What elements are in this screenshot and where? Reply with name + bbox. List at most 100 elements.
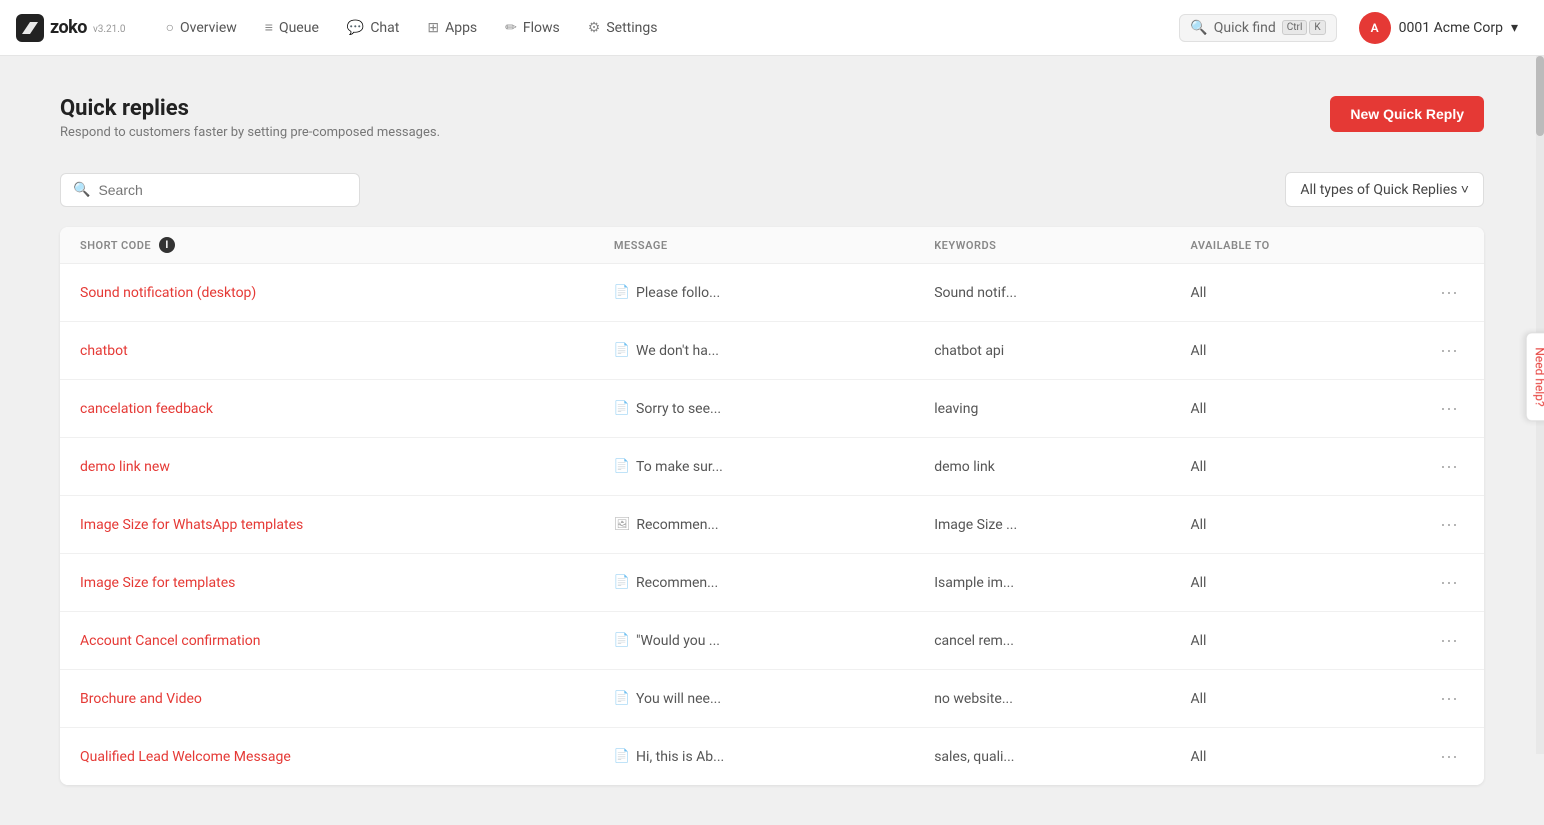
document-icon: 📄 <box>614 459 630 474</box>
more-menu-button-3[interactable]: ··· <box>1434 452 1464 481</box>
more-menu-button-5[interactable]: ··· <box>1434 568 1464 597</box>
page-title-area: Quick replies Respond to customers faste… <box>60 96 440 140</box>
td-actions-3: ··· <box>1404 452 1464 481</box>
th-keywords: KEYWORDS <box>934 237 1190 253</box>
table-body: Sound notification (desktop)📄Please foll… <box>60 264 1484 785</box>
td-short-code-3[interactable]: demo link new <box>80 459 614 475</box>
td-available-to-6: All <box>1190 633 1404 649</box>
apps-icon: ⊞ <box>427 20 439 36</box>
nav-item-settings[interactable]: ⚙ Settings <box>576 14 670 42</box>
message-text-8: Hi, this is Ab... <box>636 749 724 765</box>
account-name: 0001 Acme Corp <box>1399 20 1503 36</box>
more-menu-button-8[interactable]: ··· <box>1434 742 1464 771</box>
k-key: K <box>1309 20 1325 35</box>
more-menu-button-6[interactable]: ··· <box>1434 626 1464 655</box>
nav-item-overview[interactable]: ○ Overview <box>154 13 249 42</box>
td-available-to-0: All <box>1190 285 1404 301</box>
zoko-logo-icon <box>16 14 44 42</box>
td-short-code-1[interactable]: chatbot <box>80 343 614 359</box>
document-icon: 📄 <box>614 575 630 590</box>
document-icon: 📄 <box>614 401 630 416</box>
logo-text: zoko <box>50 17 87 38</box>
td-message-3: 📄To make sur... <box>614 459 934 475</box>
overview-icon: ○ <box>166 19 174 36</box>
nav-label-apps: Apps <box>445 20 477 36</box>
td-short-code-8[interactable]: Qualified Lead Welcome Message <box>80 749 614 765</box>
td-short-code-2[interactable]: cancelation feedback <box>80 401 614 417</box>
td-available-to-3: All <box>1190 459 1404 475</box>
th-short-code: SHORT CODE i <box>80 237 614 253</box>
td-available-to-8: All <box>1190 749 1404 765</box>
table-row: chatbot📄We don't ha...chatbot apiAll··· <box>60 322 1484 380</box>
more-menu-button-4[interactable]: ··· <box>1434 510 1464 539</box>
search-icon: 🔍 <box>73 182 90 198</box>
td-short-code-4[interactable]: Image Size for WhatsApp templates <box>80 517 614 533</box>
type-filter-dropdown[interactable]: All types of Quick Replies ˅ <box>1285 172 1484 207</box>
table-header: SHORT CODE i MESSAGE KEYWORDS AVAILABLE … <box>60 227 1484 264</box>
more-menu-button-7[interactable]: ··· <box>1434 684 1464 713</box>
chat-icon: 💬 <box>347 20 364 36</box>
td-actions-4: ··· <box>1404 510 1464 539</box>
td-short-code-7[interactable]: Brochure and Video <box>80 691 614 707</box>
nav-right: 🔍 Quick find Ctrl K A 0001 Acme Corp ▾ <box>1179 8 1528 48</box>
td-available-to-1: All <box>1190 343 1404 359</box>
keyboard-shortcut: Ctrl K <box>1282 20 1326 35</box>
account-button[interactable]: A 0001 Acme Corp ▾ <box>1349 8 1528 48</box>
td-available-to-7: All <box>1190 691 1404 707</box>
nav-item-chat[interactable]: 💬 Chat <box>335 14 411 42</box>
td-message-0: 📄Please follo... <box>614 285 934 301</box>
quick-find-button[interactable]: 🔍 Quick find Ctrl K <box>1179 14 1336 42</box>
ctrl-key: Ctrl <box>1282 20 1308 35</box>
avatar: A <box>1359 12 1391 44</box>
td-message-2: 📄 Sorry to see... <box>614 401 934 417</box>
td-short-code-6[interactable]: Account Cancel confirmation <box>80 633 614 649</box>
table-row: Account Cancel confirmation📄 "Would you .… <box>60 612 1484 670</box>
td-actions-7: ··· <box>1404 684 1464 713</box>
more-menu-button-0[interactable]: ··· <box>1434 278 1464 307</box>
document-icon: 📄 <box>614 749 630 764</box>
scrollbar-thumb[interactable] <box>1536 56 1544 136</box>
table-row: Image Size for WhatsApp templates🖼Recomm… <box>60 496 1484 554</box>
nav-items: ○ Overview ≡ Queue 💬 Chat ⊞ Apps ✏ Flows… <box>154 13 1180 42</box>
table-row: Brochure and Video📄You will nee...no web… <box>60 670 1484 728</box>
page-header: Quick replies Respond to customers faste… <box>60 96 1484 140</box>
td-short-code-5[interactable]: Image Size for templates <box>80 575 614 591</box>
type-filter-label: All types of Quick Replies ˅ <box>1300 181 1469 198</box>
message-text-1: We don't ha... <box>636 343 719 359</box>
search-box[interactable]: 🔍 <box>60 173 360 207</box>
td-actions-8: ··· <box>1404 742 1464 771</box>
document-icon: 📄 <box>614 633 630 648</box>
nav-item-apps[interactable]: ⊞ Apps <box>415 14 489 42</box>
top-navigation: zoko v3.21.0 ○ Overview ≡ Queue 💬 Chat ⊞… <box>0 0 1544 56</box>
td-keywords-8: sales, quali... <box>934 749 1190 765</box>
more-menu-button-2[interactable]: ··· <box>1434 394 1464 423</box>
nav-item-flows[interactable]: ✏ Flows <box>493 14 572 42</box>
settings-icon: ⚙ <box>588 20 601 36</box>
filters-row: 🔍 All types of Quick Replies ˅ <box>60 172 1484 207</box>
table-row: cancelation feedback📄Sorry to see...leav… <box>60 380 1484 438</box>
message-text-5: Recommen... <box>636 575 718 591</box>
table-row: Qualified Lead Welcome Message📄 Hi, this … <box>60 728 1484 785</box>
need-help-tab[interactable]: Need help? <box>1525 332 1544 421</box>
td-keywords-7: no website... <box>934 691 1190 707</box>
new-quick-reply-button[interactable]: New Quick Reply <box>1330 96 1484 132</box>
short-code-info-icon[interactable]: i <box>159 237 175 253</box>
more-menu-button-1[interactable]: ··· <box>1434 336 1464 365</box>
nav-label-flows: Flows <box>523 20 560 36</box>
td-message-1: 📄We don't ha... <box>614 343 934 359</box>
message-text-2: Sorry to see... <box>636 401 721 417</box>
td-message-6: 📄 "Would you ... <box>614 633 934 649</box>
nav-item-queue[interactable]: ≡ Queue <box>253 13 331 42</box>
td-message-4: 🖼Recommen... <box>614 517 934 533</box>
chevron-down-icon: ▾ <box>1511 20 1518 36</box>
search-input[interactable] <box>98 182 347 198</box>
main-content: Quick replies Respond to customers faste… <box>0 56 1544 825</box>
td-short-code-0[interactable]: Sound notification (desktop) <box>80 285 614 301</box>
table-row: Image Size for templates📄Recommen...Isam… <box>60 554 1484 612</box>
page-title: Quick replies <box>60 96 440 121</box>
td-actions-0: ··· <box>1404 278 1464 307</box>
nav-label-settings: Settings <box>606 20 657 36</box>
logo-area[interactable]: zoko v3.21.0 <box>16 14 126 42</box>
td-keywords-3: demo link <box>934 459 1190 475</box>
message-text-6: "Would you ... <box>636 633 720 649</box>
